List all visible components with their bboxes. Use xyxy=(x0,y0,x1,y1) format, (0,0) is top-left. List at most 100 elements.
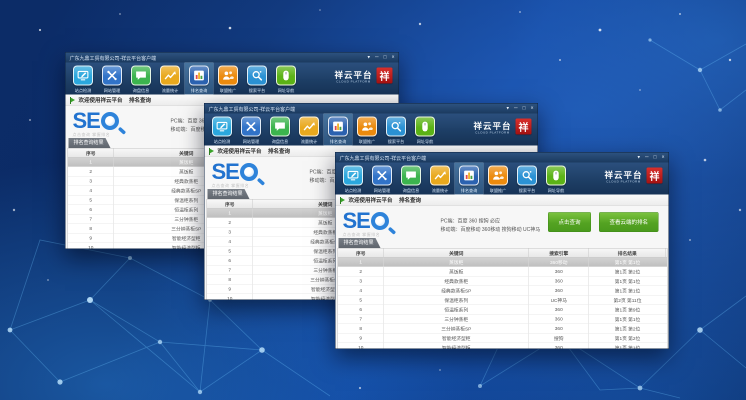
toolbar-item-alliance-promo[interactable]: 联盟推广 xyxy=(353,114,382,146)
seo-logo: SE 点击查询 掌握排名 xyxy=(73,111,168,138)
table-row[interactable]: 9智能经济型柜搜狗第1页 第2位 xyxy=(338,334,667,344)
table-cell: 5 xyxy=(207,247,253,256)
seo-wordmark: SE xyxy=(343,209,370,234)
toolbar-item-search-platform[interactable]: 搜索平台 xyxy=(382,114,411,146)
header-rank: 排名结果 xyxy=(589,249,666,258)
table-cell: 3 xyxy=(338,277,384,286)
minimize-button[interactable]: ─ xyxy=(375,55,379,60)
toolbar-item-site-nav[interactable]: 网址导航 xyxy=(272,63,301,95)
inquiry-info-icon xyxy=(131,66,151,86)
toolbar-item-label: 搜索平台 xyxy=(388,138,405,144)
table-cell: 保温柜系列 xyxy=(384,296,529,305)
window-titlebar[interactable]: 广东九鼎工贸有限公司-祥云平台客户端 ▾ ─ □ × xyxy=(336,153,669,163)
table-row[interactable]: 7三分钟蒸柜360第1页 第1位 xyxy=(338,315,667,325)
seo-tagline: 点击查询 掌握排名 xyxy=(73,132,168,138)
brand-subtitle: CLOUD PLATFORM xyxy=(474,131,512,134)
table-cell: 10 xyxy=(207,294,253,300)
table-cell: 4 xyxy=(338,286,384,295)
table-cell: 9 xyxy=(338,334,384,343)
toolbar-item-site-nav[interactable]: 网址导航 xyxy=(411,114,440,146)
toolbar-item-site-check[interactable]: 站点检测 xyxy=(69,63,98,95)
maximize-button[interactable]: □ xyxy=(523,106,526,111)
toolbar-item-traffic-stats[interactable]: 流量统计 xyxy=(156,63,185,95)
table-row[interactable]: 4经典款蒸柜SP360第1页 第1位 xyxy=(338,286,667,296)
window-title: 广东九鼎工贸有限公司-祥云平台客户端 xyxy=(70,54,368,62)
site-manage-icon xyxy=(241,117,261,137)
table-cell: 7 xyxy=(338,315,384,324)
toolbar-item-rank-query[interactable]: 排名查询 xyxy=(455,163,484,195)
brand-logo: 祥云平台 CLOUD PLATFORM 祥 xyxy=(605,168,663,184)
table-cell: 4 xyxy=(68,186,114,195)
close-button[interactable]: × xyxy=(392,55,395,60)
toolbar-item-search-platform[interactable]: 搜索平台 xyxy=(513,163,542,195)
skin-button[interactable]: ▾ xyxy=(506,106,509,111)
minimize-button[interactable]: ─ xyxy=(645,155,649,160)
toolbar-item-site-manage[interactable]: 网站管理 xyxy=(237,114,266,146)
toolbar-item-inquiry-info[interactable]: 询盘信息 xyxy=(397,163,426,195)
toolbar-item-alliance-promo[interactable]: 联盟推广 xyxy=(484,163,513,195)
results-table: 序号 关键词 搜索引擎 排名结果 1蒸饭柜360移动第1页 第1位2蒸饭柜360… xyxy=(338,248,668,349)
maximize-button[interactable]: □ xyxy=(384,55,387,60)
seo-logo: SE 点击查询 掌握排名 xyxy=(343,211,438,238)
minimize-button[interactable]: ─ xyxy=(514,106,518,111)
results-tab[interactable]: 排名查询结果 xyxy=(339,238,381,248)
header-engine: 搜索引擎 xyxy=(529,249,589,258)
toolbar: 站点检测网站管理询盘信息流量统计排名查询联盟推广搜索平台 网址导航 祥云平台 CL… xyxy=(205,114,538,146)
table-row[interactable]: 2蒸饭柜360第1页 第2位 xyxy=(338,267,667,277)
site-check-icon xyxy=(343,166,363,186)
table-row[interactable]: 1蒸饭柜360移动第1页 第1位 xyxy=(338,258,667,268)
table-header: 序号 关键词 搜索引擎 排名结果 xyxy=(338,249,667,258)
seo-logo: SE 点击查询 掌握排名 xyxy=(212,162,307,189)
close-button[interactable]: × xyxy=(531,106,534,111)
toolbar-item-label: 网站管理 xyxy=(374,187,391,193)
site-check-icon xyxy=(212,117,232,137)
site-nav-icon xyxy=(415,117,435,137)
brand-subtitle: CLOUD PLATFORM xyxy=(335,80,373,83)
table-row[interactable]: 5保温柜系列UC神马第2页 第11位 xyxy=(338,296,667,306)
table-row[interactable]: 10智能经济型柜360第1页 第1位 xyxy=(338,343,667,349)
toolbar-item-site-manage[interactable]: 网站管理 xyxy=(368,163,397,195)
toolbar-item-label: 联盟推广 xyxy=(220,87,237,93)
toolbar-item-traffic-stats[interactable]: 流量统计 xyxy=(426,163,455,195)
header-index: 序号 xyxy=(207,200,253,209)
brand-logo: 祥云平台 CLOUD PLATFORM 祥 xyxy=(474,119,532,135)
table-row[interactable]: 3经典款蒸柜360第1页 第1位 xyxy=(338,277,667,287)
toolbar-item-label: 排名查询 xyxy=(330,138,347,144)
toolbar-items: 站点检测网站管理询盘信息流量统计排名查询联盟推广搜索平台网址导航 xyxy=(336,163,571,195)
toolbar-item-rank-query[interactable]: 排名查询 xyxy=(324,114,353,146)
table-cell: 6 xyxy=(338,305,384,314)
header-keyword: 关键词 xyxy=(384,249,529,258)
rank-query-icon xyxy=(459,166,479,186)
query-button[interactable]: 点击查询 xyxy=(548,212,591,232)
search-platform-icon xyxy=(386,117,406,137)
cloud-rank-button[interactable]: 查看云端的排名 xyxy=(599,212,659,232)
table-cell: 8 xyxy=(207,275,253,284)
window-titlebar[interactable]: 广东九鼎工贸有限公司-祥云平台客户端 ▾ ─ □ × xyxy=(205,104,538,114)
brand-badge-icon: 祥 xyxy=(647,168,663,184)
toolbar-item-inquiry-info[interactable]: 询盘信息 xyxy=(127,63,156,95)
toolbar-item-inquiry-info[interactable]: 询盘信息 xyxy=(266,114,295,146)
results-tab[interactable]: 排名查询结果 xyxy=(208,189,250,199)
toolbar-item-search-platform[interactable]: 搜索平台 xyxy=(243,63,272,95)
skin-button[interactable]: ▾ xyxy=(637,155,640,160)
toolbar-item-site-check[interactable]: 站点检测 xyxy=(208,114,237,146)
toolbar-item-label: 站点检测 xyxy=(214,138,231,144)
toolbar-item-rank-query[interactable]: 排名查询 xyxy=(185,63,214,95)
table-cell: 10 xyxy=(68,243,114,249)
maximize-button[interactable]: □ xyxy=(654,155,657,160)
skin-button[interactable]: ▾ xyxy=(367,55,370,60)
toolbar-item-site-manage[interactable]: 网站管理 xyxy=(98,63,127,95)
window-titlebar[interactable]: 广东九鼎工贸有限公司-祥云平台客户端 ▾ ─ □ × xyxy=(66,53,399,63)
table-cell: 3 xyxy=(68,177,114,186)
toolbar-item-traffic-stats[interactable]: 流量统计 xyxy=(295,114,324,146)
close-button[interactable]: × xyxy=(662,155,665,160)
table-row[interactable]: 6恒温柜系列360第1页 第9位 xyxy=(338,305,667,315)
brand-name: 祥云平台 xyxy=(474,119,512,132)
toolbar-item-label: 网址导航 xyxy=(417,138,434,144)
table-row[interactable]: 8三分钟蒸柜SP360第1页 第2位 xyxy=(338,324,667,334)
toolbar-item-site-check[interactable]: 站点检测 xyxy=(339,163,368,195)
rank-query-icon xyxy=(328,117,348,137)
toolbar-item-alliance-promo[interactable]: 联盟推广 xyxy=(214,63,243,95)
results-tab[interactable]: 排名查询结果 xyxy=(69,138,111,148)
toolbar-item-site-nav[interactable]: 网址导航 xyxy=(542,163,571,195)
